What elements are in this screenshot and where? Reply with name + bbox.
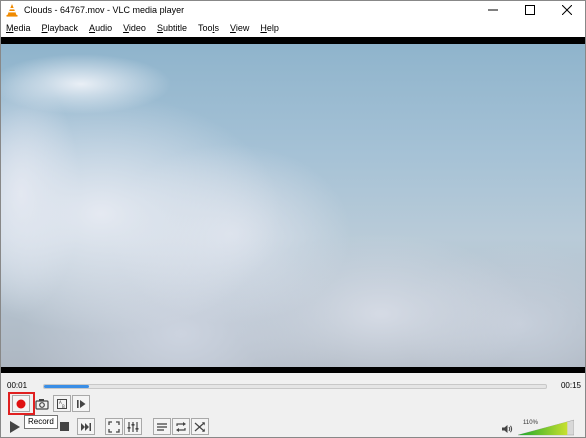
menu-media[interactable]: Media — [5, 22, 32, 34]
shuffle-button[interactable] — [191, 418, 209, 435]
window-controls — [474, 1, 585, 19]
play-icon — [10, 420, 20, 433]
menu-playback[interactable]: Playback — [41, 22, 80, 34]
mute-button[interactable] — [501, 424, 513, 436]
menu-view[interactable]: View — [229, 22, 250, 34]
window-title: Clouds - 64767.mov - VLC media player — [24, 5, 185, 15]
record-button[interactable] — [12, 395, 30, 412]
menu-audio[interactable]: Audio — [88, 22, 113, 34]
extended-settings-button[interactable] — [124, 418, 142, 435]
vlc-window: Clouds - 64767.mov - VLC media player Me… — [0, 0, 586, 438]
snapshot-button[interactable] — [33, 395, 51, 412]
vlc-cone-icon — [5, 3, 19, 17]
equalizer-icon — [127, 421, 139, 432]
video-area[interactable] — [1, 37, 585, 373]
menu-tools[interactable]: Tools — [197, 22, 220, 34]
seek-row: 00:01 00:15 — [1, 380, 585, 394]
video-frame — [1, 44, 585, 367]
svg-text:B: B — [62, 404, 65, 409]
loop-icon — [176, 421, 186, 432]
maximize-button[interactable] — [511, 1, 548, 19]
record-icon — [16, 399, 26, 408]
ab-loop-icon: A B — [57, 398, 67, 409]
frame-by-frame-button[interactable] — [72, 395, 90, 412]
fullscreen-icon — [108, 420, 120, 433]
next-button[interactable] — [77, 418, 95, 435]
seek-bar[interactable] — [43, 384, 547, 389]
current-time: 00:01 — [7, 381, 28, 390]
frame-by-frame-icon — [77, 399, 86, 408]
menu-help[interactable]: Help — [259, 22, 280, 34]
title-bar: Clouds - 64767.mov - VLC media player — [1, 1, 585, 19]
loop-button[interactable] — [172, 418, 190, 435]
speaker-icon — [502, 425, 513, 433]
seek-progress — [44, 385, 89, 388]
menu-subtitle[interactable]: Subtitle — [156, 22, 188, 34]
menu-bar: Media Playback Audio Video Subtitle Tool… — [1, 19, 585, 37]
next-icon — [81, 422, 91, 431]
stop-icon — [59, 422, 69, 431]
menu-video[interactable]: Video — [122, 22, 147, 34]
camera-icon — [35, 398, 49, 410]
play-button[interactable] — [6, 418, 24, 435]
close-button[interactable] — [548, 1, 585, 19]
shuffle-icon — [194, 421, 205, 432]
record-tooltip: Record — [24, 415, 58, 429]
ab-loop-button[interactable]: A B — [53, 395, 71, 412]
fullscreen-button[interactable] — [105, 418, 123, 435]
playlist-button[interactable] — [153, 418, 171, 435]
playlist-icon — [157, 422, 167, 431]
total-time[interactable]: 00:15 — [561, 381, 581, 390]
volume-level-label: 110% — [523, 420, 538, 426]
stop-button[interactable] — [58, 418, 70, 435]
minimize-button[interactable] — [474, 1, 511, 19]
